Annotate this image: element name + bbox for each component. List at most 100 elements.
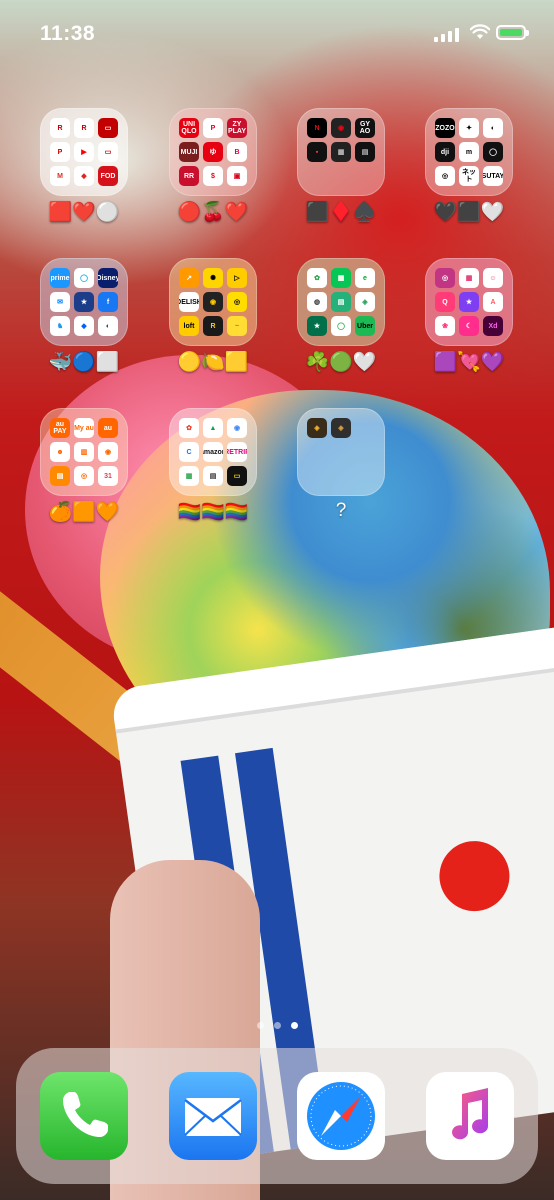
folder-app-icon: ▣: [227, 166, 247, 186]
folder-app-icon: ▷: [227, 268, 247, 288]
folder-app-icon: Disney: [98, 268, 118, 288]
folder-app-icon: ▪: [307, 142, 327, 162]
folder-app-icon: ◍: [307, 292, 327, 312]
folder-app-icon: ゆ: [203, 142, 223, 162]
dock-music-app[interactable]: [426, 1072, 514, 1160]
folder-app-icon: P: [50, 142, 70, 162]
folder-app-icon: ~: [227, 316, 247, 336]
folder-app-icon: [355, 442, 375, 462]
page-dot-1[interactable]: [256, 1022, 264, 1029]
folder-app-icon: ✉: [50, 292, 70, 312]
folder-app-icon: ▦: [331, 142, 351, 162]
folder-app-icon: [307, 442, 327, 462]
dock-mail-app[interactable]: [169, 1072, 257, 1160]
folder-f10[interactable]: ✿▲◉ CamazonRETRIP ▦▤▭: [169, 408, 257, 496]
folder-app-icon: au: [98, 418, 118, 438]
folder-app-icon: 31: [98, 466, 118, 486]
folder-app-icon: dji: [435, 142, 455, 162]
folder-app-icon: ▦: [179, 466, 199, 486]
folder-app-icon: ◯: [483, 142, 503, 162]
page-indicator[interactable]: [0, 1022, 554, 1029]
folder-app-icon: ✦: [459, 118, 479, 138]
folder-app-icon: ◎: [435, 268, 455, 288]
folder-f3[interactable]: N ◉ GY AO ▪ ▦ ▤: [297, 108, 385, 196]
folder-app-icon: ▭: [98, 118, 118, 138]
folder-app-icon: MUJI: [179, 142, 199, 162]
folder-app-icon: [331, 442, 351, 462]
folder-app-icon: [355, 166, 375, 186]
folder-app-icon: ◉: [98, 442, 118, 462]
folder-app-icon: ☻: [50, 442, 70, 462]
folder-app-icon: ▦: [331, 268, 351, 288]
folder-app-icon: amazon: [203, 442, 223, 462]
folder-app-icon: ◯: [74, 268, 94, 288]
folder-label: 🏳️‍🌈🏳️‍🌈🏳️‍🌈: [177, 502, 249, 523]
folder-f5[interactable]: prime ◯ Disney ✉ ★ f ♞ ◆ ◐: [40, 258, 128, 346]
music-note-icon: [452, 1088, 489, 1140]
folder-app-icon: RR: [179, 166, 199, 186]
folder-f2[interactable]: UNI QLO P ZY PLAY MUJI ゆ B RR $ ▣: [169, 108, 257, 196]
folder-app-icon: ZY PLAY: [227, 118, 247, 138]
folder-app-icon: R: [203, 316, 223, 336]
folder-f8[interactable]: ◎ ▦ ☺ Q ★ A ❀ ☾ Xd: [425, 258, 513, 346]
folder-app-icon: m: [459, 142, 479, 162]
dock-safari-app[interactable]: [297, 1072, 385, 1160]
folder-app-icon: DELISH: [179, 292, 199, 312]
folder-app-icon: ▥: [74, 442, 94, 462]
folder-label: 🟡🍋🟨: [177, 352, 249, 373]
folder-app-icon: [355, 418, 375, 438]
folder-label: ?: [335, 500, 347, 521]
folder-app-icon: $: [203, 166, 223, 186]
folder-app-icon: ★: [459, 292, 479, 312]
folder-f4[interactable]: ZOZO✦◐ djim◯ ◎ネットTSUTAYA: [425, 108, 513, 196]
folder-f11[interactable]: ◈ ◈: [297, 408, 385, 496]
folder-app-icon: N: [307, 118, 327, 138]
folder-app-icon: ネット: [459, 166, 479, 186]
folder-f7[interactable]: ✿ ▦ e ◍ ▤ ◈ ★ ◯ Uber: [297, 258, 385, 346]
folder-app-icon: A: [483, 292, 503, 312]
folder-label: 🟪💘💜: [433, 352, 505, 373]
folder-app-icon: Uber: [355, 316, 375, 336]
phone-icon: [63, 1092, 108, 1137]
folder-app-icon: ↗: [179, 268, 199, 288]
page-dot-2[interactable]: [273, 1022, 281, 1029]
folder-f9[interactable]: au PAY My au au ☻ ▥ ◉ ▤ ◎ 31: [40, 408, 128, 496]
folder-app-icon: B: [227, 142, 247, 162]
folder-app-icon: TSUTAYA: [483, 166, 503, 186]
folder-app-icon: [355, 466, 375, 486]
dock-phone-app[interactable]: [40, 1072, 128, 1160]
folder-app-icon: [307, 166, 327, 186]
folder-app-icon: ☺: [483, 268, 503, 288]
folder-app-icon: ◆: [74, 316, 94, 336]
status-time: 11:38: [40, 22, 96, 45]
folder-app-icon: ◆: [74, 166, 94, 186]
folder-app-icon: ▶: [74, 142, 94, 162]
folder-app-icon: ❀: [435, 316, 455, 336]
folder-app-icon: prime: [50, 268, 70, 288]
folder-app-icon: RETRIP: [227, 442, 247, 462]
folder-app-icon: loft: [179, 316, 199, 336]
folder-f1[interactable]: R R ▭ P ▶ ▭ M ◆ FOD: [40, 108, 128, 196]
dock: [16, 1048, 538, 1184]
folder-app-icon: ◐: [483, 118, 503, 138]
mail-icon: [184, 1098, 242, 1136]
folder-app-icon: ▤: [355, 142, 375, 162]
folder-app-icon: Xd: [483, 316, 503, 336]
folder-app-icon: ♞: [50, 316, 70, 336]
folder-app-icon: ◈: [355, 292, 375, 312]
folder-app-icon: GY AO: [355, 118, 375, 138]
folder-label: 🖤⬛🤍: [433, 202, 505, 223]
folder-app-icon: f: [98, 292, 118, 312]
folder-app-icon: ◉: [227, 418, 247, 438]
folder-app-icon: ✺: [203, 268, 223, 288]
folder-label: 🔴🍒❤️: [177, 202, 249, 223]
cellular-signal-icon: [434, 28, 459, 42]
page-dot-3[interactable]: [290, 1022, 298, 1029]
battery-charging-icon: [496, 25, 529, 40]
folder-app-icon: ▤: [50, 466, 70, 486]
folder-app-icon: ✿: [179, 418, 199, 438]
folder-label: 🐳🔵⬜: [48, 352, 120, 373]
folder-app-icon: ☾: [459, 316, 479, 336]
folder-app-icon: ◎: [435, 166, 455, 186]
folder-f6[interactable]: ↗✺▷ DELISH◉◎ loftR~: [169, 258, 257, 346]
